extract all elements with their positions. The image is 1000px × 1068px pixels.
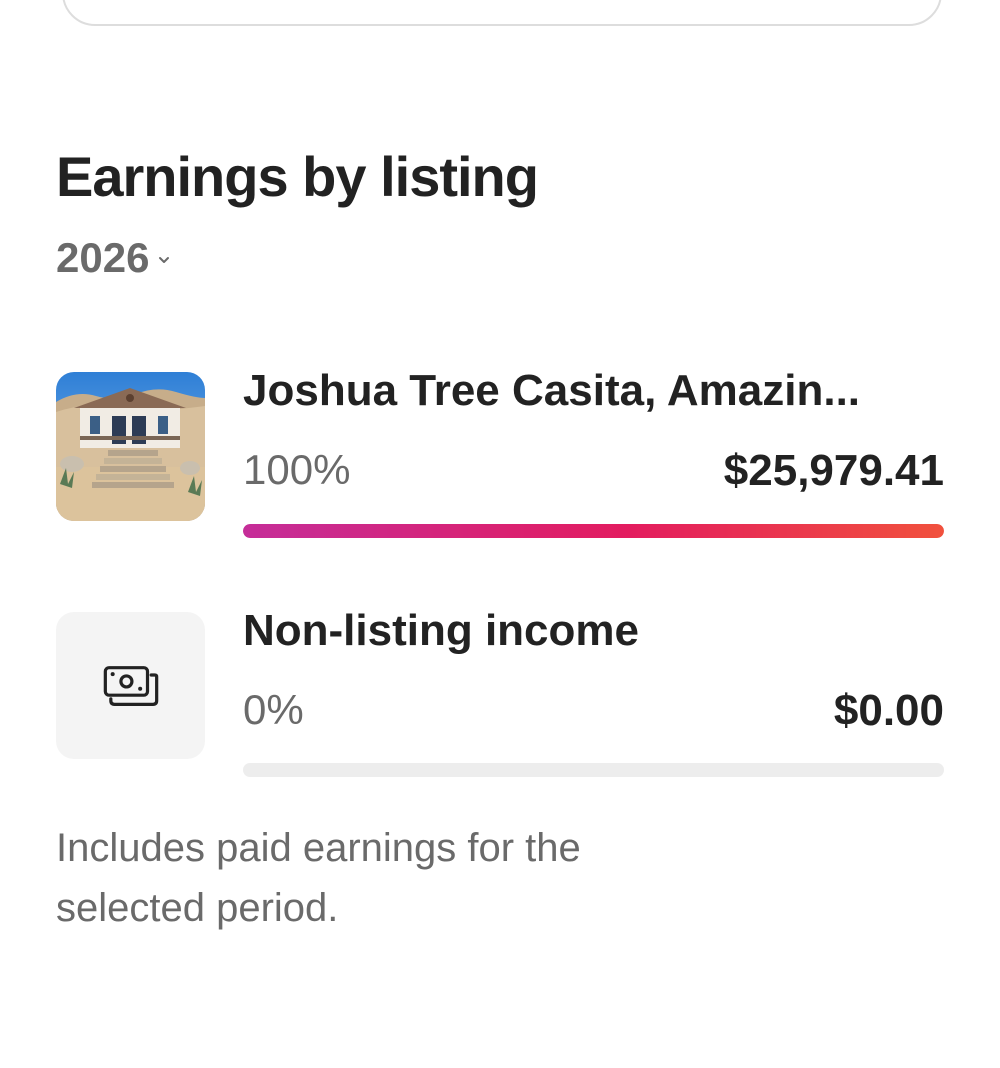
listing-name: Non-listing income: [243, 606, 639, 655]
listing-row[interactable]: Joshua Tree Casita, Amazin... 100% $25,9…: [56, 366, 944, 542]
listing-share-bar: [243, 524, 944, 538]
house-photo-icon: [56, 372, 205, 521]
listing-share-bar-fill: [243, 524, 944, 538]
listing-amount: $25,979.41: [723, 446, 944, 495]
listing-percent: 100%: [243, 446, 351, 493]
year-selector[interactable]: 2026: [56, 234, 171, 282]
non-listing-icon-tile: [56, 612, 205, 759]
listing-row[interactable]: Non-listing income 0% $0.00: [56, 606, 944, 782]
listing-thumbnail: [56, 372, 205, 521]
listing-percent: 0%: [243, 686, 304, 733]
earnings-page: Earnings by listing 2026 Joshua Tree Cas…: [0, 0, 1000, 1068]
year-label: 2026: [56, 234, 150, 281]
listing-amount: $0.00: [833, 686, 944, 735]
listing-name: Joshua Tree Casita, Amazin...: [243, 366, 861, 415]
previous-card[interactable]: [62, 0, 942, 26]
cash-icon: [103, 665, 158, 706]
earnings-footnote: Includes paid earnings for the selected …: [56, 826, 581, 930]
listing-share-bar: [243, 763, 944, 777]
chevron-down-icon: [159, 257, 170, 263]
section-title: Earnings by listing: [56, 145, 539, 208]
